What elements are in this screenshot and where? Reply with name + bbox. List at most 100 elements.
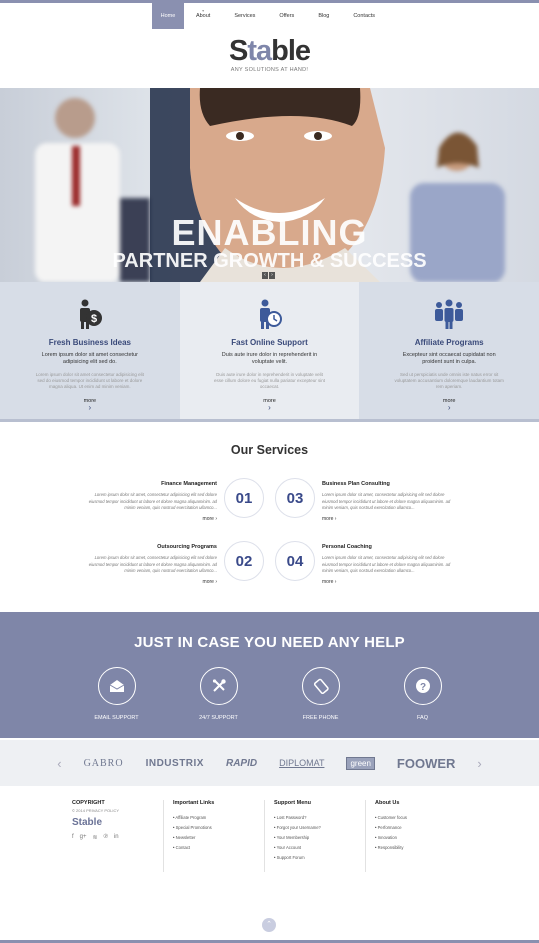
nav-blog[interactable]: Blog (306, 3, 341, 29)
feature-card: Affiliate Programs Excepteur sint occaec… (359, 282, 539, 419)
footer-link[interactable]: Newsletter (173, 833, 214, 843)
chevron-right-icon[interactable]: › (0, 404, 180, 412)
logo-wordmark: Stable (0, 36, 539, 66)
footer-link[interactable]: Lost Password? (274, 813, 321, 823)
footer-link[interactable]: Contact (173, 843, 214, 853)
slider-next-icon[interactable]: › (269, 272, 275, 279)
partner-logo[interactable]: green (346, 756, 375, 770)
tools-icon (199, 667, 238, 705)
chevron-right-icon[interactable]: › (180, 404, 360, 412)
feature-subtext: Lorem ipsum dolor sit amet consectetur a… (35, 372, 144, 389)
footer-col-title: Important Links (173, 800, 215, 806)
help-section: JUST IN CASE YOU NEED ANY HELP EMAIL SUP… (0, 612, 539, 738)
feature-title: Affiliate Programs (414, 338, 484, 347)
nav-services[interactable]: Services (222, 3, 267, 29)
services-heading: Our Services (230, 443, 309, 457)
feature-text: Lorem ipsum dolor sit amet consectetur a… (41, 352, 138, 365)
feature-card: Fast Online Support Duis aute irure dolo… (179, 282, 360, 419)
service-item: Business Plan Consulting Lorem ipsum dol… (322, 481, 452, 522)
logo-part: S (228, 35, 248, 67)
hero-slider: ENABLING PARTNER GROWTH & SUCCESS (0, 88, 539, 282)
question-icon: ? (403, 667, 442, 705)
service-number: 01 (224, 478, 264, 518)
slider-prev-icon[interactable]: ‹ (262, 272, 268, 279)
footer-link[interactable]: Innovation (375, 833, 407, 843)
hero-title: ENABLING (171, 212, 368, 253)
service-more-link[interactable]: more › (87, 579, 217, 585)
partner-logo[interactable]: RAPID (226, 758, 257, 769)
partner-logo[interactable]: DIPLOMAT (279, 758, 324, 768)
service-item: Outsourcing Programs Lorem ipsum dolor s… (87, 544, 217, 585)
partner-logo[interactable]: GABRO (84, 758, 124, 769)
online-support-icon (180, 298, 360, 330)
footer-link[interactable]: Forgot your Username? (274, 823, 321, 833)
footer-link[interactable]: Your Account (274, 843, 321, 853)
feature-subtext: Sed ut perspiciatis unde omnis iste natu… (394, 372, 504, 389)
rss-icon[interactable]: ≋ (93, 834, 98, 841)
nav-home[interactable]: Home (151, 3, 184, 29)
partner-logo[interactable]: INDUSTRIX (146, 758, 204, 769)
scroll-top-icon[interactable]: ⌃ (262, 918, 276, 932)
nav-about[interactable]: About ▾ (184, 3, 222, 29)
footer-col-title: About Us (375, 800, 400, 806)
service-item: Finance Management Lorem ipsum dolor sit… (87, 481, 217, 522)
help-item-label: EMAIL SUPPORT (94, 715, 139, 721)
help-item-label: FAQ (416, 715, 428, 721)
nav-offers[interactable]: Offers (267, 3, 306, 29)
footer-brand: Stable (72, 817, 103, 828)
hero-caption: ENABLING PARTNER GROWTH & SUCCESS (0, 212, 539, 273)
footer-link[interactable]: Responsibility (375, 843, 407, 853)
feature-title: Fresh Business Ideas (48, 338, 131, 347)
svg-text:$: $ (91, 313, 97, 325)
service-more-link[interactable]: more › (322, 579, 452, 585)
service-more-link[interactable]: more › (87, 516, 217, 522)
help-email-support[interactable]: EMAIL SUPPORT (90, 667, 144, 721)
copyright-note[interactable]: © 2014 PRIVACY POLICY (72, 808, 119, 813)
footer-link[interactable]: Support Forum (274, 853, 321, 863)
help-item-label: FREE PHONE (302, 715, 339, 721)
service-text: Lorem ipsum dolor sit amet, consectetur … (88, 492, 217, 510)
service-text: Lorem ipsum dolor sit amet, consectetur … (88, 555, 217, 573)
chevron-right-icon[interactable]: › (359, 404, 539, 412)
nav-contacts[interactable]: Contacts (341, 3, 387, 29)
linkedin-icon[interactable]: in (114, 834, 119, 841)
service-text: Lorem ipsum dolor sit amet, consectetur … (322, 492, 451, 510)
site-logo[interactable]: Stable ANY SOLUTIONS AT HAND! (0, 36, 539, 73)
help-item-label: 24/7 SUPPORT (199, 715, 238, 721)
service-number: 02 (224, 541, 264, 581)
footer-link[interactable]: Customer focus (375, 813, 407, 823)
service-number: 04 (275, 541, 315, 581)
social-icons: f g+ ≋ ℗ in (72, 834, 119, 841)
partners-carousel: ‹ GABRO INDUSTRIX RAPID DIPLOMAT green F… (0, 740, 539, 786)
partner-logo[interactable]: FOOWER (397, 756, 456, 771)
logo-tagline: ANY SOLUTIONS AT HAND! (230, 67, 309, 73)
help-24-7-support[interactable]: 24/7 SUPPORT (192, 667, 246, 721)
service-more-link[interactable]: more › (322, 516, 452, 522)
help-faq[interactable]: ? FAQ (396, 667, 450, 721)
footer-col-title: Support Menu (274, 800, 311, 806)
footer-important-links: Important Links Affiliate Program Specia… (173, 800, 214, 872)
envelope-icon (97, 667, 136, 705)
service-title: Finance Management (161, 481, 217, 487)
feature-text: Duis aute irure dolor in reprehenderit i… (221, 352, 318, 365)
footer-divider (365, 800, 366, 872)
pinterest-icon[interactable]: ℗ (104, 834, 108, 841)
feature-card: $ Fresh Business Ideas Lorem ipsum dolor… (0, 282, 180, 419)
footer-link[interactable]: Performance (375, 823, 407, 833)
footer-link[interactable]: Affiliate Program (173, 813, 214, 823)
footer-support-menu: Support Menu Lost Password? Forgot your … (274, 800, 321, 872)
footer-link[interactable]: Your Membership (274, 833, 321, 843)
features-band: $ Fresh Business Ideas Lorem ipsum dolor… (0, 282, 539, 422)
google-plus-icon[interactable]: g+ (80, 834, 87, 841)
help-free-phone[interactable]: FREE PHONE (294, 667, 348, 721)
service-title: Business Plan Consulting (322, 481, 390, 487)
feature-text: Excepteur sint occaecat cupidatat non pr… (402, 352, 496, 365)
facebook-icon[interactable]: f (72, 834, 74, 841)
footer-link[interactable]: Special Promotions (173, 823, 214, 833)
footer-copyright: COPYRIGHT © 2014 PRIVACY POLICY Stable f… (72, 800, 119, 872)
footer: COPYRIGHT © 2014 PRIVACY POLICY Stable f… (0, 800, 539, 880)
chevron-right-icon[interactable]: › (477, 756, 481, 771)
service-number: 03 (275, 478, 315, 518)
help-heading: JUST IN CASE YOU NEED ANY HELP (134, 634, 405, 651)
chevron-left-icon[interactable]: ‹ (57, 756, 61, 771)
